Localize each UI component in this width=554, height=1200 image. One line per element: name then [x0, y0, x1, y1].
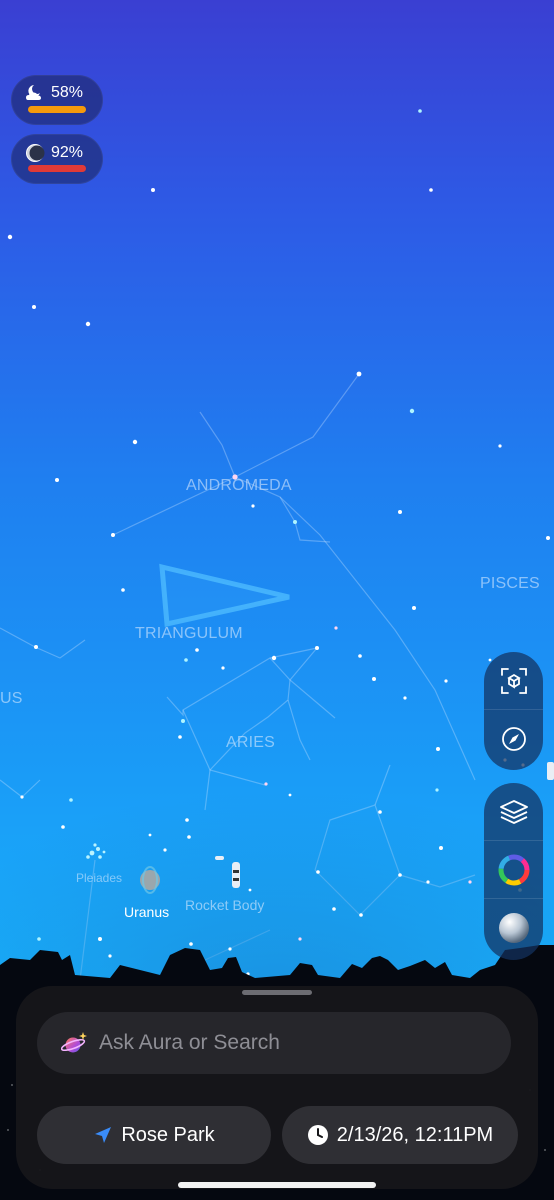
constellation-label-andromeda[interactable]: ANDROMEDA: [186, 477, 292, 495]
star: [372, 677, 376, 681]
star: [98, 937, 102, 941]
star: [271, 655, 277, 661]
star: [178, 735, 182, 739]
star: [151, 188, 155, 192]
star: [418, 109, 422, 113]
star: [121, 588, 125, 592]
sky-sphere-icon: [498, 913, 529, 943]
constellation-label-pisces[interactable]: PISCES: [480, 575, 540, 593]
star: [358, 654, 362, 658]
star: [426, 880, 430, 884]
triangulum-shape: [159, 563, 290, 628]
star: [132, 439, 138, 445]
star: [148, 833, 152, 837]
star: [20, 795, 24, 799]
star: [332, 907, 336, 911]
star: [436, 747, 440, 751]
star: [315, 646, 319, 650]
star: [298, 937, 302, 941]
object-label-uranus[interactable]: Uranus: [124, 904, 169, 920]
object-label-pleiades[interactable]: Pleiades: [76, 871, 122, 885]
color-wheel-icon: [498, 854, 529, 885]
moon-brightness-bar: [28, 165, 86, 172]
recenter-ar-icon: [500, 667, 527, 694]
star: [32, 305, 36, 309]
star: [356, 371, 362, 377]
compass-button[interactable]: [484, 710, 543, 768]
constellation-label-partial[interactable]: US: [0, 690, 23, 708]
satellite-icon: [547, 762, 554, 780]
color-filter-button[interactable]: [484, 841, 543, 899]
star: [55, 478, 59, 482]
star: [108, 954, 112, 958]
object-label-rocket-body[interactable]: Rocket Body: [185, 897, 264, 913]
star: [228, 947, 232, 951]
star: [187, 835, 191, 839]
cloud-cover-pill[interactable]: 58%: [11, 75, 103, 125]
star: [412, 606, 416, 610]
cloud-cover-bar: [28, 106, 86, 113]
star: [546, 536, 550, 540]
star: [498, 444, 502, 448]
star: [195, 648, 199, 652]
constellation-label-aries[interactable]: ARIES: [226, 734, 275, 752]
display-controls: [484, 783, 543, 960]
datetime-button[interactable]: 2/13/26, 12:11PM: [282, 1106, 518, 1164]
star: [398, 510, 402, 514]
star: [435, 788, 439, 792]
location-label: Rose Park: [121, 1123, 215, 1146]
star: [359, 913, 363, 917]
cloud-cover-value: 58%: [51, 84, 84, 101]
search-placeholder: Ask Aura or Search: [99, 1031, 280, 1054]
sheet-grabber[interactable]: [242, 990, 312, 995]
star: [185, 818, 189, 822]
layers-icon: [499, 799, 528, 824]
sky-mode-button[interactable]: [484, 899, 543, 957]
datetime-label: 2/13/26, 12:11PM: [336, 1123, 494, 1146]
star: [378, 810, 382, 814]
star: [37, 937, 41, 941]
location-arrow-icon: [95, 1127, 112, 1143]
aura-planet-icon: [61, 1032, 87, 1053]
star: [184, 658, 188, 662]
layers-button[interactable]: [484, 783, 543, 841]
star: [248, 888, 252, 892]
view-controls: [484, 652, 543, 770]
star: [85, 321, 91, 327]
star: [69, 798, 73, 802]
star: [221, 666, 225, 670]
constellation-label-triangulum[interactable]: TRIANGULUM: [135, 625, 243, 643]
star: [439, 846, 443, 850]
star: [444, 679, 448, 683]
star: [61, 825, 65, 829]
star: [288, 793, 292, 797]
star: [34, 645, 38, 649]
cloud-moon-icon: [26, 85, 41, 100]
recenter-button[interactable]: [484, 652, 543, 710]
star: [403, 696, 407, 700]
star: [316, 870, 320, 874]
clock-icon: [307, 1125, 328, 1145]
star: [468, 880, 472, 884]
moon-brightness-value: 92%: [51, 144, 84, 161]
location-button[interactable]: Rose Park: [37, 1106, 271, 1164]
compass-icon: [501, 727, 526, 751]
star: [429, 188, 433, 192]
star: [293, 520, 297, 524]
star: [111, 533, 115, 537]
star: [181, 719, 185, 723]
search-bar[interactable]: Ask Aura or Search: [37, 1012, 511, 1074]
star: [398, 873, 402, 877]
star: [334, 626, 338, 630]
star: [264, 782, 268, 786]
star: [189, 942, 193, 946]
star: [409, 408, 415, 414]
star: [7, 234, 13, 240]
home-indicator[interactable]: [178, 1182, 376, 1188]
moon-phase-icon: [26, 144, 45, 162]
star: [163, 848, 167, 852]
star: [251, 504, 255, 508]
moon-brightness-pill[interactable]: 92%: [11, 134, 103, 184]
